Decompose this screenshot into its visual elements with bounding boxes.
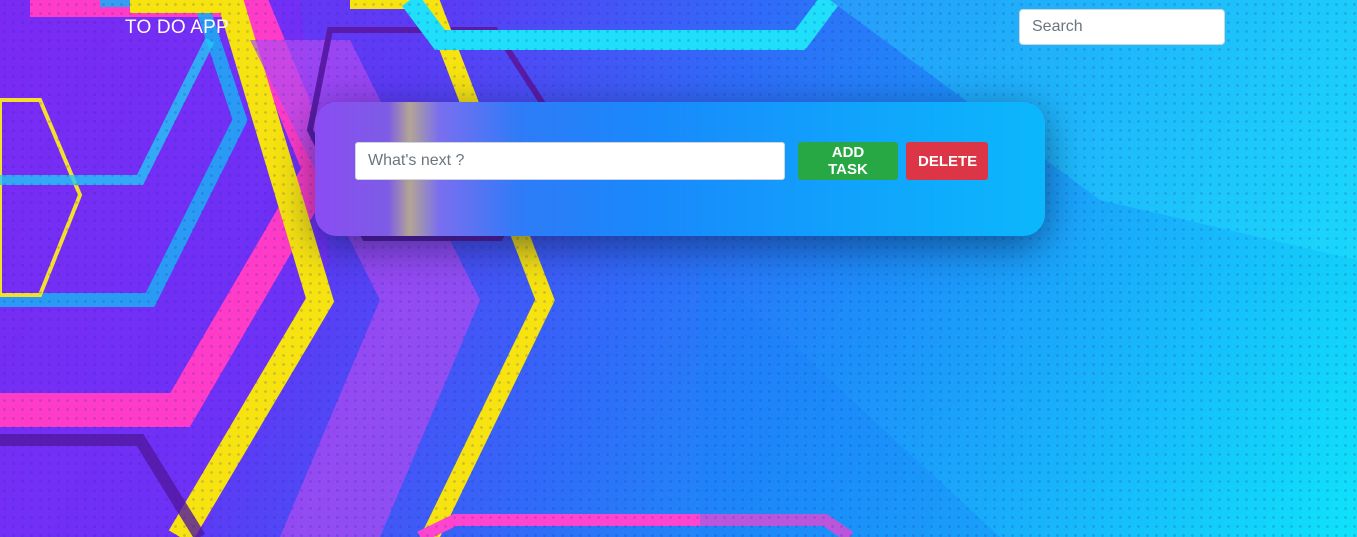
task-form-card: ADD TASK DELETE bbox=[315, 102, 1045, 236]
app-brand-title[interactable]: TO DO APP bbox=[125, 17, 229, 39]
app-page: TO DO APP ADD TASK DELETE bbox=[0, 0, 1357, 537]
add-task-button[interactable]: ADD TASK bbox=[798, 142, 898, 180]
task-input[interactable] bbox=[355, 142, 785, 180]
background-dot-pattern bbox=[0, 0, 1357, 537]
navbar: TO DO APP bbox=[0, 0, 1357, 56]
delete-button[interactable]: DELETE bbox=[906, 142, 988, 180]
search-input[interactable] bbox=[1019, 9, 1225, 45]
